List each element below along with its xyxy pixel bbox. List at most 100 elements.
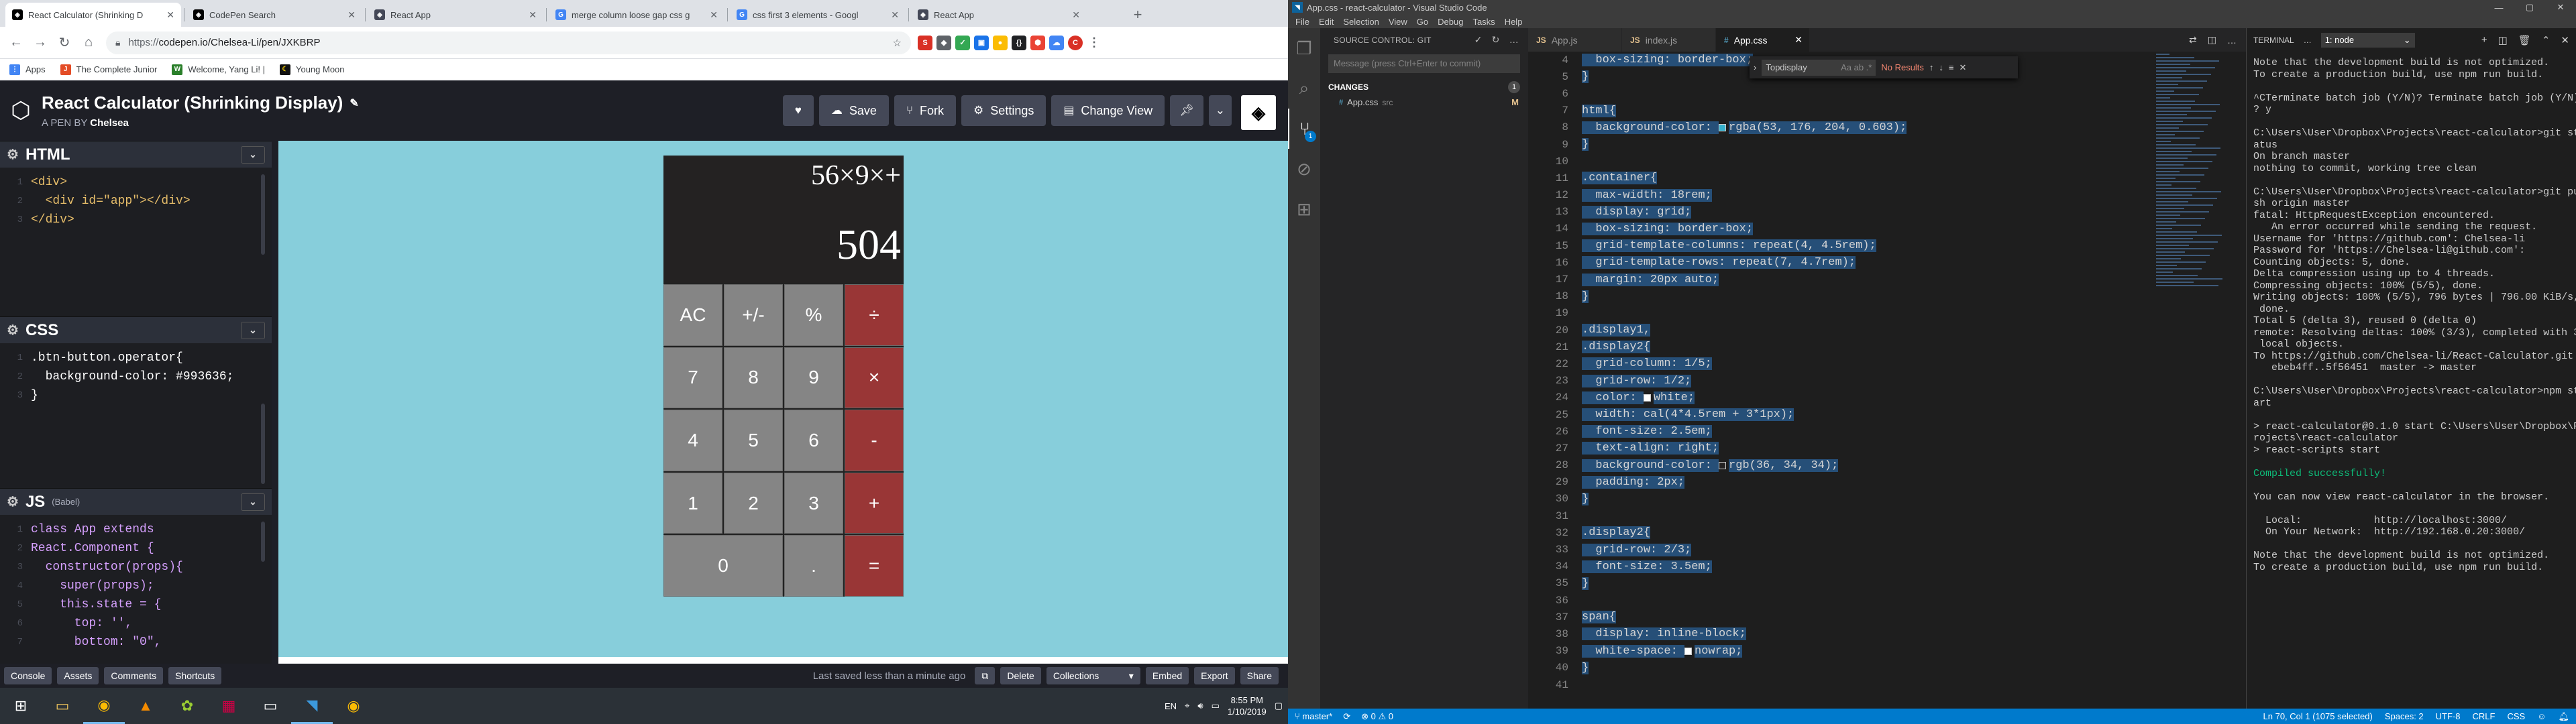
- reload-icon[interactable]: ↻: [54, 32, 75, 54]
- bookmark-item[interactable]: ☾ Young Moon: [279, 64, 345, 75]
- maximize-icon[interactable]: ▢: [2514, 0, 2545, 15]
- avatar[interactable]: C: [1068, 35, 1083, 50]
- commit-icon[interactable]: ✓: [1474, 34, 1483, 46]
- clock[interactable]: 8:55 PM 1/10/2019: [1228, 695, 1267, 717]
- console-button[interactable]: Console: [4, 667, 52, 684]
- browser-tab[interactable]: ◈ React App ✕: [911, 3, 1087, 27]
- menu-item[interactable]: Go: [1412, 17, 1433, 27]
- browser-tab[interactable]: ◈ React Calculator (Shrinking D ✕: [5, 3, 181, 27]
- assets-button[interactable]: Assets: [57, 667, 99, 684]
- back-icon[interactable]: ←: [5, 32, 27, 54]
- pen-title[interactable]: React Calculator (Shrinking Display): [42, 93, 343, 113]
- panel-resizer[interactable]: [272, 141, 278, 664]
- network-icon[interactable]: ⌖: [1185, 701, 1189, 711]
- problems-indicator[interactable]: ⊗ 0 ⚠ 0: [1361, 711, 1393, 722]
- calculator-key[interactable]: 4: [663, 410, 722, 471]
- vscode-icon[interactable]: ◥: [291, 688, 333, 724]
- extension-icon[interactable]: ▣: [974, 35, 989, 50]
- chevron-right-icon[interactable]: ›: [1754, 62, 1756, 72]
- more-icon[interactable]: …: [1509, 34, 1519, 46]
- more-button[interactable]: ⌄: [1208, 95, 1232, 126]
- calculator-key[interactable]: 2: [724, 472, 783, 534]
- close-icon[interactable]: ✕: [166, 9, 174, 21]
- close-icon[interactable]: ✕: [1960, 62, 1967, 73]
- chevron-down-icon[interactable]: ⌄: [241, 493, 265, 511]
- menu-item[interactable]: Help: [1500, 17, 1527, 27]
- sync-icon[interactable]: ⟳: [1343, 711, 1350, 722]
- calculator-key[interactable]: 9: [784, 347, 843, 409]
- indentation[interactable]: Spaces: 2: [2385, 711, 2424, 722]
- calculator-key[interactable]: 5: [724, 410, 783, 471]
- calculator-key[interactable]: ÷: [845, 284, 904, 346]
- source-control-icon[interactable]: ⑂ 1: [1288, 109, 1320, 149]
- new-tab-button[interactable]: +: [1128, 5, 1147, 24]
- browser-tab[interactable]: ◈ CodePen Search ✕: [186, 3, 362, 27]
- compare-icon[interactable]: ⇄: [2189, 34, 2197, 46]
- menu-item[interactable]: View: [1384, 17, 1412, 27]
- close-icon[interactable]: ✕: [2561, 34, 2569, 46]
- close-icon[interactable]: ✕: [1794, 34, 1803, 46]
- color-swatch[interactable]: [1684, 647, 1693, 655]
- battery-icon[interactable]: ▭: [1212, 701, 1220, 711]
- menu-item[interactable]: File: [1291, 17, 1314, 27]
- more-icon[interactable]: …: [2227, 35, 2237, 46]
- arrow-down-icon[interactable]: ↓: [1939, 62, 1943, 72]
- scrollbar[interactable]: [261, 404, 265, 484]
- selection-icon[interactable]: ≡: [1949, 62, 1954, 72]
- commit-message-input[interactable]: Message (press Ctrl+Enter to commit): [1328, 54, 1520, 73]
- embed-button[interactable]: Embed: [1145, 667, 1189, 684]
- calculator-key[interactable]: AC: [663, 284, 722, 346]
- terminal-label[interactable]: TERMINAL: [2253, 36, 2294, 45]
- calculator-key[interactable]: 3: [784, 472, 843, 534]
- extension-icon[interactable]: {}: [1012, 35, 1026, 50]
- menu-item[interactable]: Debug: [1433, 17, 1468, 27]
- calculator-key[interactable]: %: [784, 284, 843, 346]
- pin-button[interactable]: 📌︎: [1170, 95, 1203, 126]
- menu-item[interactable]: Edit: [1314, 17, 1338, 27]
- scrollbar[interactable]: [261, 174, 265, 255]
- star-icon[interactable]: ☆: [893, 37, 902, 49]
- more-icon[interactable]: …: [2304, 36, 2312, 45]
- chevron-down-icon[interactable]: ⌄: [241, 145, 265, 164]
- calculator-key[interactable]: 6: [784, 410, 843, 471]
- extension-icon[interactable]: S: [918, 35, 932, 50]
- bell-icon[interactable]: 🔔︎: [2558, 711, 2569, 722]
- smiley-icon[interactable]: ☺: [2537, 711, 2546, 722]
- debug-icon[interactable]: ⊘: [1288, 149, 1320, 189]
- extension-icon[interactable]: ●: [993, 35, 1008, 50]
- gear-icon[interactable]: ⚙: [7, 146, 19, 163]
- chevron-down-icon[interactable]: ⌄: [241, 321, 265, 339]
- calculator-key[interactable]: 8: [724, 347, 783, 409]
- save-button[interactable]: ☁ Save: [818, 95, 889, 126]
- trash-icon[interactable]: 🗑︎: [2518, 34, 2531, 46]
- gear-icon[interactable]: ⚙: [7, 493, 19, 510]
- browser-tab[interactable]: Gcss first 3 elements - Googl ✕: [730, 3, 906, 27]
- calculator-key[interactable]: -: [845, 410, 904, 471]
- code-editor[interactable]: 4 box-sizing: border-box; 5} 6 7 html{8 back…: [1528, 52, 2246, 709]
- close-icon[interactable]: ✕: [347, 9, 356, 21]
- heart-button[interactable]: ♥: [782, 95, 814, 126]
- chrome-icon[interactable]: ◉: [333, 688, 374, 724]
- minimap[interactable]: [2156, 52, 2237, 709]
- calculator-key[interactable]: =: [845, 535, 904, 597]
- terminal-select[interactable]: 1: node ⌄: [2320, 32, 2415, 48]
- tab-app-css[interactable]: # App.css ✕: [1716, 28, 1810, 52]
- calculator-key[interactable]: 1: [663, 472, 722, 534]
- js-editor[interactable]: 1 class App extends 2 React.Component {3 co…: [0, 515, 272, 664]
- pencil-icon[interactable]: ✎: [350, 97, 358, 110]
- comments-button[interactable]: Comments: [104, 667, 164, 684]
- menu-item[interactable]: Selection: [1338, 17, 1383, 27]
- collections-button[interactable]: Collections ▾: [1046, 667, 1140, 684]
- language-indicator[interactable]: EN: [1165, 701, 1177, 711]
- close-icon[interactable]: ✕: [891, 9, 899, 21]
- css-editor[interactable]: 1 .btn-button.operator{2 background-color…: [0, 343, 272, 488]
- maximize-icon[interactable]: ⌃: [2542, 34, 2551, 46]
- author-name[interactable]: Chelsea: [90, 117, 129, 129]
- color-swatch[interactable]: [1719, 461, 1727, 469]
- tab-index-js[interactable]: JS index.js: [1622, 28, 1716, 52]
- minimize-icon[interactable]: —: [2483, 0, 2514, 15]
- extension-icon[interactable]: ◆: [936, 35, 951, 50]
- line-endings[interactable]: CRLF: [2473, 711, 2496, 722]
- bookmark-item[interactable]: J The Complete Junior: [60, 64, 157, 75]
- explorer-icon[interactable]: ❐: [1288, 28, 1320, 68]
